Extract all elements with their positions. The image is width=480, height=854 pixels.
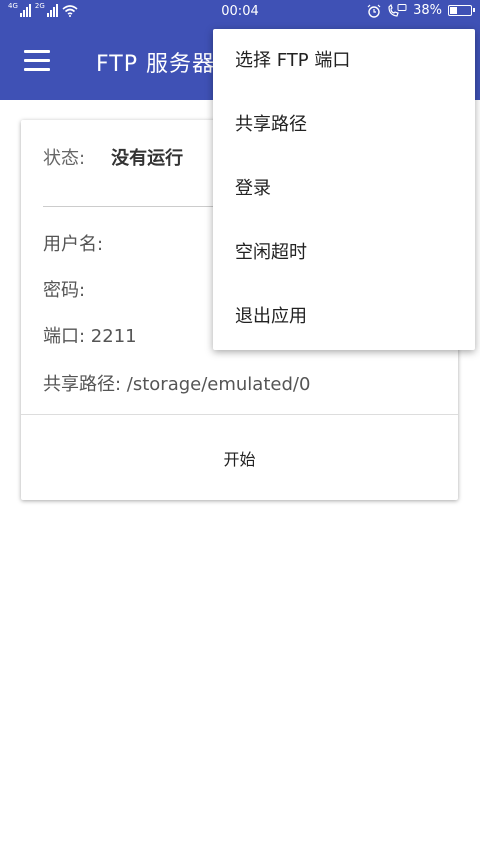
password-label: 密码: [43, 280, 86, 301]
menu-item-shared-path[interactable]: 共享路径 [213, 93, 475, 157]
menu-item-idle-timeout[interactable]: 空闲超时 [213, 221, 475, 285]
shared-path-label: 共享路径: /storage/emulated/0 [43, 374, 311, 395]
status-right: 38% [367, 3, 475, 18]
status-label: 状态: [43, 148, 86, 169]
status-value: 没有运行 [111, 148, 184, 169]
menu-item-exit-app[interactable]: 退出应用 [213, 285, 475, 349]
alarm-icon [367, 4, 381, 18]
battery-fill [450, 7, 457, 14]
menu-item-select-ftp-port[interactable]: 选择 FTP 端口 [213, 29, 475, 93]
hamburger-menu-icon[interactable] [24, 50, 50, 72]
battery-icon [448, 5, 475, 16]
hd-call-icon [388, 3, 407, 17]
app-title: FTP 服务器 [96, 52, 215, 77]
username-label: 用户名: [43, 234, 104, 255]
status-bar: 4G 2G 00:04 38% [0, 0, 480, 24]
start-button[interactable]: 开始 [21, 415, 458, 500]
battery-percent: 38% [413, 3, 442, 18]
overflow-menu: 选择 FTP 端口 共享路径 登录 空闲超时 退出应用 [213, 29, 475, 350]
port-label: 端口: 2211 [43, 326, 137, 347]
menu-item-login[interactable]: 登录 [213, 157, 475, 221]
status-row: 状态: 没有运行 [43, 144, 183, 170]
